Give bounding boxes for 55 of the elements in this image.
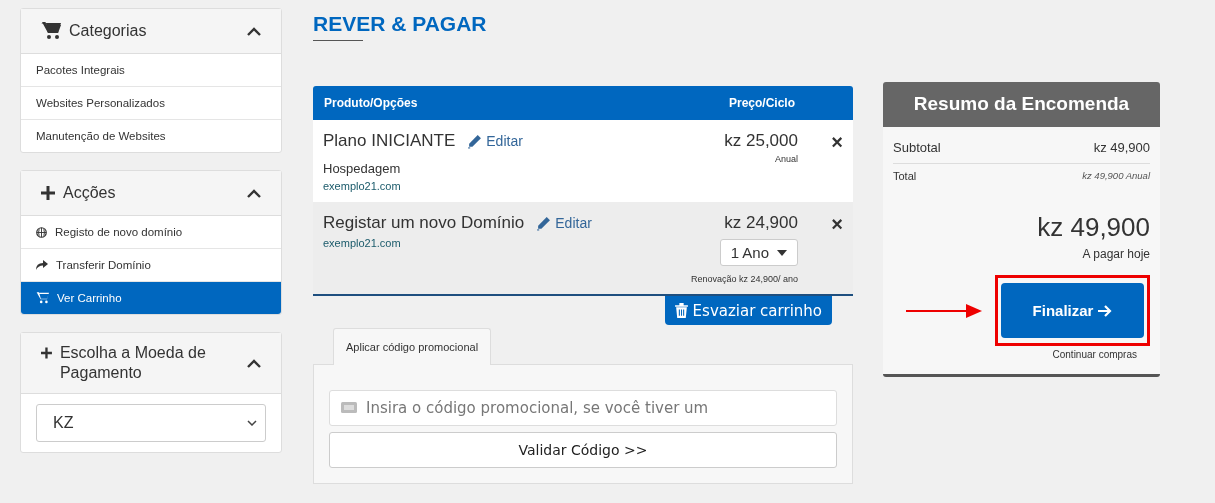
total-label: Total: [893, 170, 917, 182]
product-name: Registar um novo Domínio: [323, 213, 525, 233]
promo-code-field[interactable]: Insira o código promocional, se você tiver um: [329, 390, 837, 426]
arrow-right-icon: [1098, 304, 1113, 317]
validate-code-button[interactable]: Validar Código >>: [329, 432, 837, 468]
edit-link[interactable]: Editar: [467, 133, 523, 149]
sidebar-item[interactable]: Pacotes Integrais: [21, 54, 281, 86]
page-title: REVER & PAGAR: [313, 12, 488, 36]
cycle-text: Anual: [774, 154, 798, 164]
panel-title: Escolha a Moeda de Pagamento: [59, 343, 207, 383]
due-today-text: A pagar hoje: [1081, 247, 1150, 261]
price-text: kz 24,900: [724, 213, 798, 233]
globe-icon: [36, 226, 47, 238]
remove-button[interactable]: ×: [831, 132, 843, 152]
promo-tab[interactable]: Aplicar código promocional: [333, 328, 492, 365]
pencil-icon: [536, 215, 552, 231]
domain-text: exemplo21.com: [323, 180, 402, 192]
term-dropdown[interactable]: 1 Ano: [719, 239, 798, 266]
product-group: Hospedagem: [323, 161, 725, 176]
edit-link[interactable]: Editar: [536, 215, 592, 231]
subtotal-value: kz 49,900: [1093, 140, 1150, 155]
sidebar-item[interactable]: Registo de novo domínio: [21, 216, 281, 248]
chevron-down-icon: [247, 420, 257, 426]
cart-icon: [41, 22, 61, 40]
total-value: kz 49,900 Anual: [1082, 170, 1150, 182]
sidebar-item[interactable]: Websites Personalizados: [21, 86, 281, 119]
checkout-button[interactable]: Finalizar: [1001, 283, 1144, 338]
continue-shopping-link[interactable]: Continuar compras: [1052, 349, 1137, 360]
panel-title: Acções: [63, 183, 116, 203]
column-header: Preço/Ciclo: [728, 96, 795, 110]
currency-select[interactable]: KZ: [36, 404, 266, 442]
ticket-icon: [341, 402, 357, 413]
price-text: kz 25,000: [724, 131, 798, 151]
plus-icon: [41, 186, 55, 200]
pencil-icon: [467, 133, 483, 149]
remove-button[interactable]: ×: [831, 214, 843, 234]
product-name: Plano INICIANTE: [323, 131, 456, 151]
subtotal-label: Subtotal: [893, 140, 941, 155]
chevron-icon[interactable]: [247, 358, 261, 368]
trash-icon: [674, 303, 688, 318]
plus-icon: [41, 346, 52, 360]
cart-icon: [36, 292, 49, 304]
column-header: Produto/Opções: [324, 96, 418, 110]
renewal-text: Renovação kz 24,900/ ano: [690, 274, 798, 284]
domain-text: exemplo21.com: [323, 237, 402, 249]
panel-title: Categorias: [69, 21, 147, 41]
sidebar-item[interactable]: Manutenção de Websites: [21, 119, 281, 152]
summary-title: Resumo da Encomenda: [883, 82, 1160, 127]
chevron-icon[interactable]: [247, 26, 261, 36]
chevron-icon[interactable]: [247, 188, 261, 198]
sidebar-item[interactable]: Ver Carrinho: [21, 281, 281, 314]
empty-cart-button[interactable]: Esvaziar carrinho: [664, 296, 832, 325]
total-amount: kz 49,900: [1036, 212, 1150, 243]
caret-icon: [777, 249, 787, 256]
share-arrow-icon: [36, 260, 48, 270]
